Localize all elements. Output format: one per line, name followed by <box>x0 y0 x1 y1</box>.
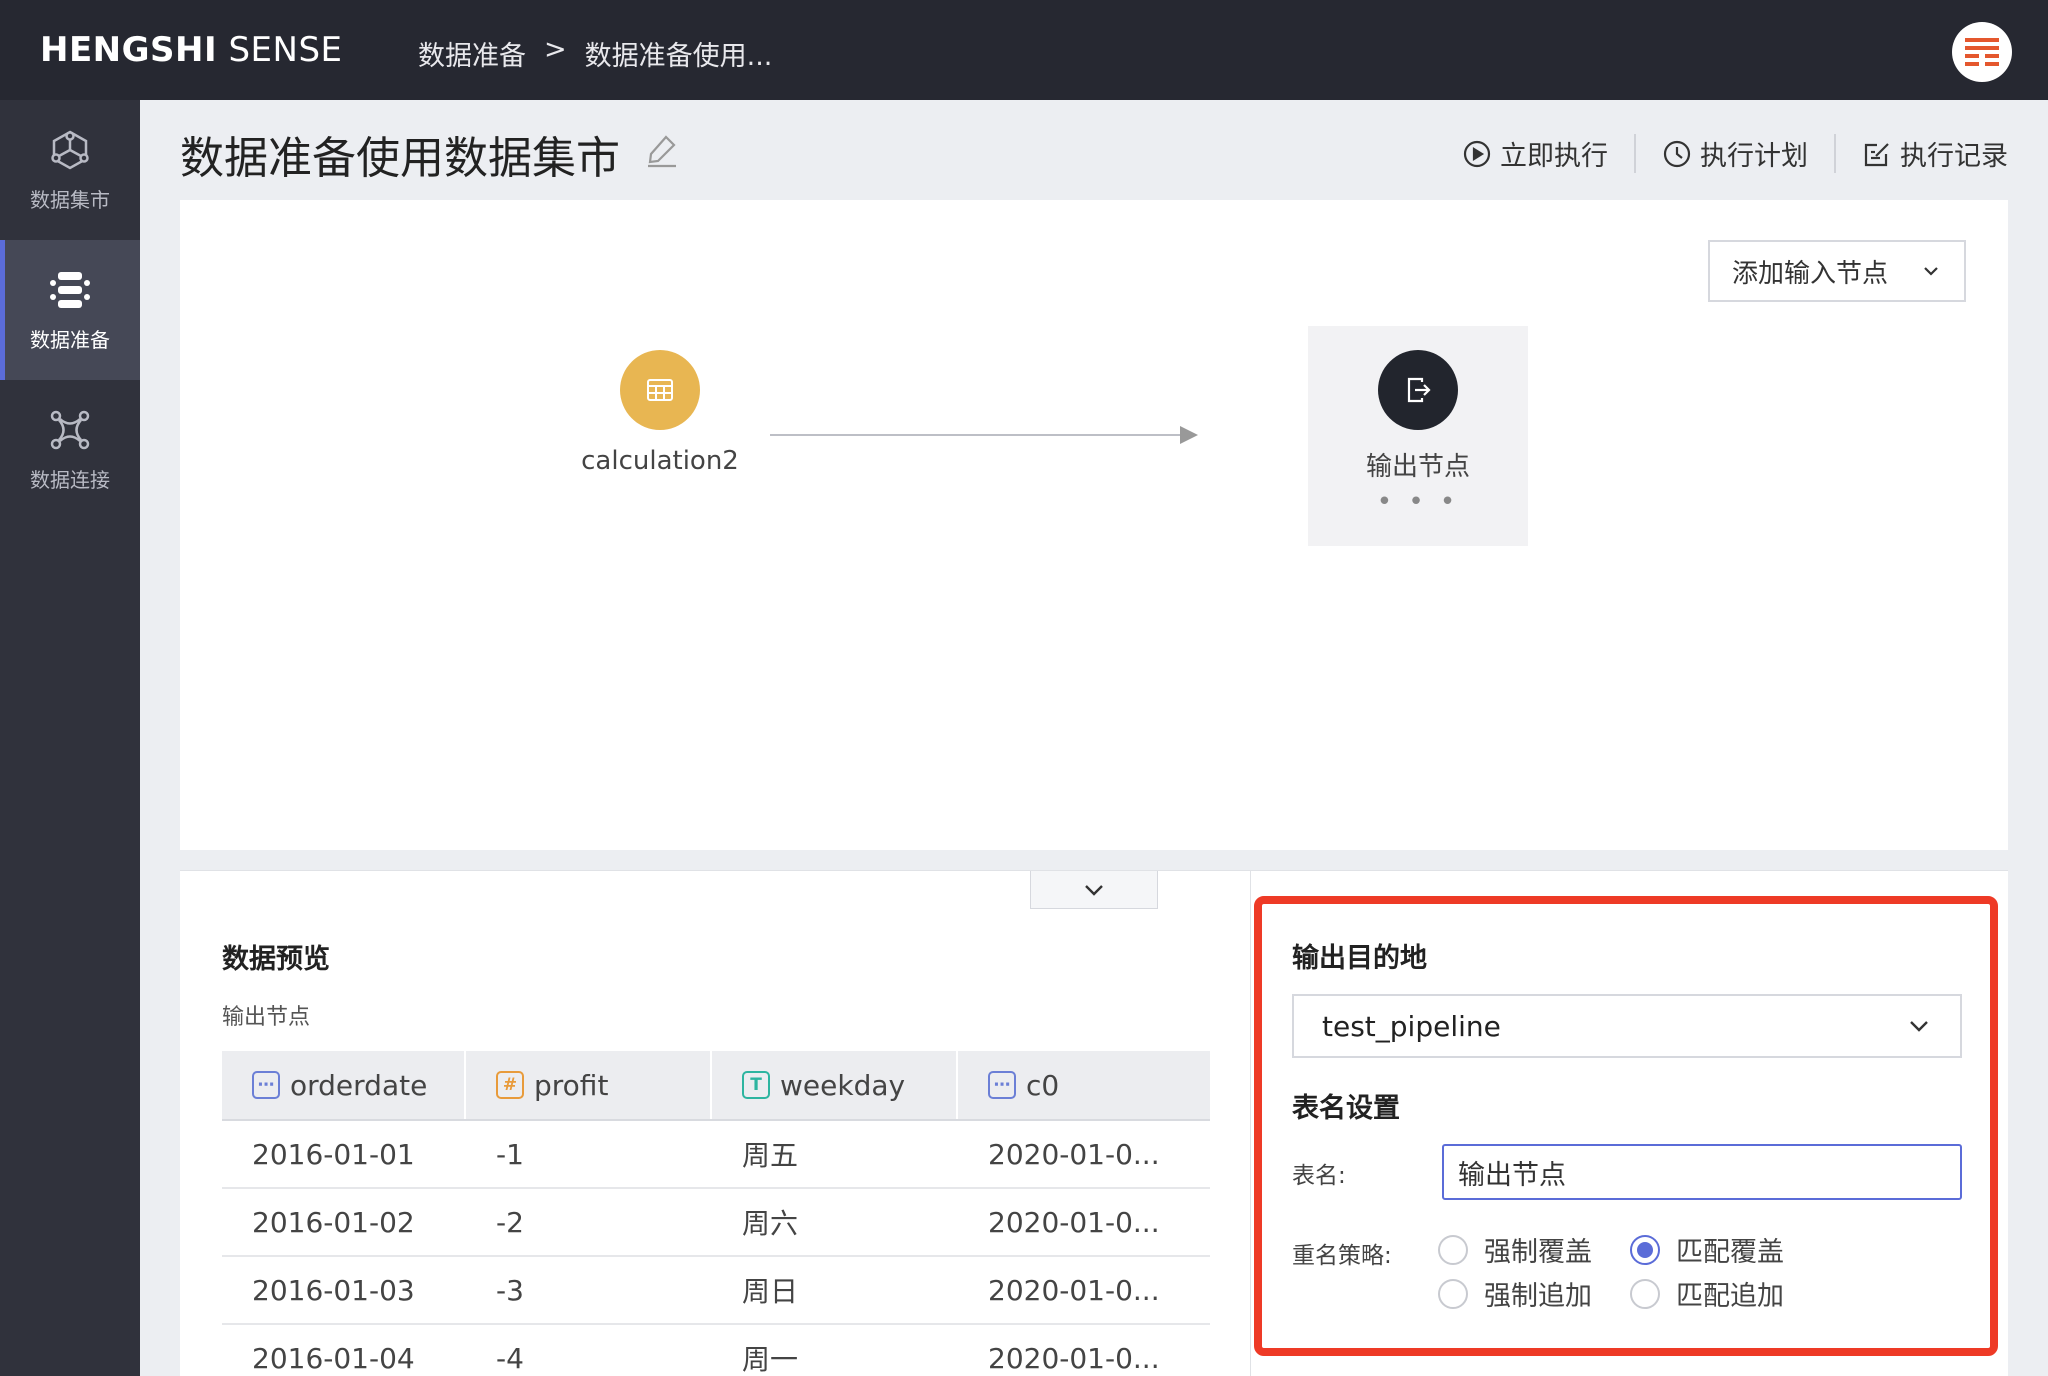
sidebar-item-data-connect[interactable]: 数据连接 <box>0 380 140 520</box>
text-type-icon: T <box>742 1071 770 1099</box>
table-cell: 2020-01-0... <box>988 1205 1160 1239</box>
pencil-icon <box>648 135 676 168</box>
table-cell: 2020-01-0... <box>988 1137 1160 1171</box>
table-cell: 周六 <box>742 1207 799 1240</box>
column-header-profit[interactable]: # profit <box>466 1051 712 1119</box>
page-title: 数据准备使用数据集市 <box>180 133 620 184</box>
table-row: 2016-01-03 -3 周日 2020-01-0... <box>222 1257 1210 1325</box>
table-row: 2016-01-01 -1 周五 2020-01-0... <box>222 1121 1210 1189</box>
data-connect-icon <box>50 410 90 449</box>
table-cell: -3 <box>496 1273 524 1307</box>
app-logo[interactable]: HENGSHI SENSE <box>40 30 343 70</box>
table-cell: 2016-01-03 <box>252 1273 415 1307</box>
schedule-label: 执行计划 <box>1700 141 1808 172</box>
table-row: 2016-01-04 -4 周一 2020-01-0... <box>222 1325 1210 1376</box>
date-type-icon: ⋯ <box>988 1071 1016 1099</box>
table-cell: 周一 <box>742 1343 799 1376</box>
number-type-icon: # <box>496 1071 524 1099</box>
column-header-label: orderdate <box>290 1068 428 1102</box>
column-header-label: profit <box>534 1068 609 1102</box>
table-cell: 2016-01-01 <box>252 1137 415 1171</box>
top-bar: HENGSHI SENSE 数据准备 > 数据准备使用... <box>0 0 2048 100</box>
table-cell: 2016-01-02 <box>252 1205 415 1239</box>
breadcrumb-item-data-prep[interactable]: 数据准备 <box>418 34 526 73</box>
flow-edge-arrow <box>1180 426 1198 444</box>
table-row: 2016-01-02 -2 周六 2020-01-0... <box>222 1189 1210 1257</box>
calculation-node-label: calculation2 <box>581 446 739 476</box>
chevron-down-icon <box>1924 267 1938 276</box>
table-cell: -2 <box>496 1205 524 1239</box>
column-header-weekday[interactable]: T weekday <box>712 1051 958 1119</box>
output-node[interactable]: 输出节点 • • • <box>1308 326 1528 546</box>
table-cell: 2020-01-0... <box>988 1341 1160 1375</box>
data-prep-icon <box>50 271 90 308</box>
table-cell: -1 <box>496 1137 524 1171</box>
table-header: ⋯ orderdate # profit T weekday ⋯ c0 <box>222 1051 1210 1121</box>
sidebar-item-data-prep[interactable]: 数据准备 <box>0 240 140 380</box>
history-label: 执行记录 <box>1900 141 2008 172</box>
calculation-node-circle <box>620 350 700 430</box>
sidebar-item-data-mart[interactable]: 数据集市 <box>0 100 140 240</box>
play-circle-icon <box>1463 140 1491 167</box>
output-node-more-button[interactable]: • • • <box>1308 487 1528 517</box>
sidebar-item-label: 数据集市 <box>30 187 110 212</box>
highlight-annotation-frame <box>1254 896 1998 1356</box>
breadcrumb-item-current: 数据准备使用... <box>584 41 773 72</box>
clock-icon <box>1663 140 1691 167</box>
add-input-node-dropdown[interactable]: 添加输入节点 <box>1708 240 1966 302</box>
column-header-label: c0 <box>1026 1068 1060 1102</box>
preview-title: 数据预览 <box>222 944 330 975</box>
table-cell: 2016-01-04 <box>252 1341 415 1375</box>
table-cell: -4 <box>496 1341 524 1375</box>
user-avatar[interactable] <box>1952 22 2012 82</box>
sidebar-item-label: 数据准备 <box>30 327 110 352</box>
data-mart-icon <box>51 130 89 169</box>
breadcrumb: 数据准备 > 数据准备使用... <box>418 34 772 73</box>
preview-table: ⋯ orderdate # profit T weekday ⋯ c0 2016… <box>222 1051 1210 1376</box>
logo-bold-text: HENGSHI <box>40 30 218 70</box>
table-cell: 周五 <box>742 1139 799 1172</box>
schedule-button[interactable]: 执行计划 <box>1634 134 1834 173</box>
column-header-orderdate[interactable]: ⋯ orderdate <box>222 1051 466 1119</box>
table-cell: 周日 <box>742 1275 799 1308</box>
run-now-button[interactable]: 立即执行 <box>1436 134 1634 173</box>
sidebar-item-label: 数据连接 <box>30 467 110 492</box>
brand-logo-icon <box>1965 38 1999 66</box>
logo-light-text: SENSE <box>217 30 343 70</box>
breadcrumb-separator: > <box>544 34 567 65</box>
flow-canvas[interactable]: 添加输入节点 calculation2 输出节点 • • • <box>180 200 2008 850</box>
column-header-label: weekday <box>780 1068 906 1102</box>
page-actions: 立即执行 执行计划 执行记录 <box>1436 134 2008 173</box>
table-icon <box>647 379 673 401</box>
history-button[interactable]: 执行记录 <box>1834 134 2008 173</box>
add-input-node-label: 添加输入节点 <box>1732 258 1889 289</box>
chevron-down-icon <box>1085 884 1103 896</box>
output-node-label: 输出节点 <box>1365 452 1470 482</box>
edit-title-button[interactable] <box>644 132 680 168</box>
flow-edge <box>770 434 1180 436</box>
run-now-label: 立即执行 <box>1500 141 1608 172</box>
sidebar: 数据集市 数据准备 数据连接 <box>0 100 140 1376</box>
table-cell: 2020-01-0... <box>988 1273 1160 1307</box>
calculation-node[interactable]: calculation2 <box>570 350 750 476</box>
date-type-icon: ⋯ <box>252 1071 280 1099</box>
preview-subtitle: 输出节点 <box>222 1005 311 1030</box>
export-icon <box>1407 377 1431 403</box>
output-node-circle <box>1378 350 1458 430</box>
column-header-c0[interactable]: ⋯ c0 <box>958 1051 1210 1119</box>
collapse-panel-button[interactable] <box>1030 871 1158 909</box>
edit-record-icon <box>1864 142 1889 166</box>
